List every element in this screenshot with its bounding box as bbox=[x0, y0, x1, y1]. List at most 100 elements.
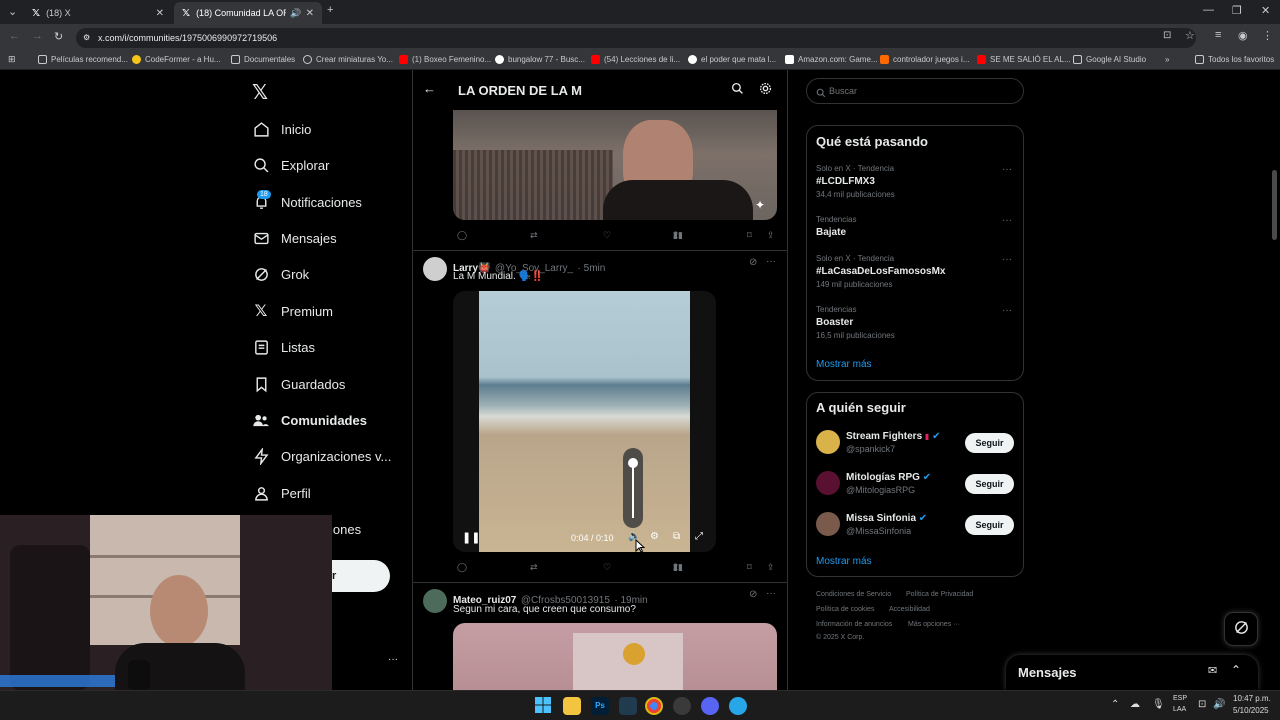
settings-gear-icon[interactable] bbox=[759, 82, 772, 100]
grok-icon[interactable]: ⊘ bbox=[749, 589, 757, 600]
nav-explore[interactable]: Explorar bbox=[252, 151, 329, 179]
follow-button[interactable]: Seguir bbox=[965, 474, 1014, 494]
new-message-icon[interactable]: ✉ bbox=[1208, 664, 1217, 677]
search-box[interactable] bbox=[806, 78, 1024, 104]
follow-button[interactable]: Seguir bbox=[965, 433, 1014, 453]
page-scrollbar[interactable] bbox=[1272, 170, 1277, 240]
all-bookmarks-button[interactable]: Todos los favoritos bbox=[1195, 55, 1274, 64]
trend-more-icon[interactable]: ··· bbox=[1002, 164, 1012, 175]
messages-drawer[interactable]: Mensajes ✉ ⌃ bbox=[1006, 655, 1258, 690]
pip-icon[interactable]: ⧉ bbox=[673, 531, 680, 542]
video-player[interactable]: ❚❚ 0:04 / 0:10 🔈 ⚙ ⧉ ⤢ bbox=[453, 291, 716, 552]
bookmark-item[interactable]: Documentales bbox=[231, 55, 295, 64]
close-tab-icon[interactable]: ✕ bbox=[156, 8, 164, 19]
forward-icon[interactable]: → bbox=[32, 30, 43, 42]
tweet-time[interactable]: · 5min bbox=[578, 263, 606, 274]
nav-premium[interactable]: 𝕏 Premium bbox=[252, 297, 333, 325]
trend-name[interactable]: Boaster bbox=[816, 317, 853, 328]
nav-messages[interactable]: Mensajes bbox=[252, 224, 337, 252]
pause-icon[interactable]: ❚❚ bbox=[462, 531, 480, 544]
footer-link[interactable]: Condiciones de Servicio bbox=[816, 591, 891, 598]
x-logo-icon[interactable]: 𝕏 bbox=[252, 80, 268, 105]
share-icon[interactable]: ⇪ bbox=[767, 230, 775, 241]
photoshop-icon[interactable]: Ps bbox=[591, 697, 609, 715]
tab-search-icon[interactable]: ⌄ bbox=[8, 5, 17, 18]
bookmark-item[interactable]: Google AI Studio bbox=[1073, 55, 1146, 64]
share-icon[interactable]: ⇪ bbox=[767, 562, 775, 573]
footer-link[interactable]: Política de cookies bbox=[816, 606, 874, 613]
bookmark-item[interactable]: el poder que mata l... bbox=[688, 55, 776, 64]
discord-icon[interactable] bbox=[701, 697, 719, 715]
speaker-icon[interactable]: 🔊 bbox=[1213, 699, 1225, 710]
avatar[interactable] bbox=[816, 512, 840, 536]
trend-name[interactable]: #LaCasaDeLosFamososMx bbox=[816, 266, 946, 277]
clock-date[interactable]: 5/10/2025 bbox=[1233, 706, 1269, 715]
back-icon[interactable]: ← bbox=[9, 30, 20, 42]
media-control-icon[interactable]: ≡ bbox=[1215, 29, 1221, 41]
bookmark-item[interactable]: CodeFormer - a Hu... bbox=[132, 55, 221, 64]
retweet-icon[interactable]: ⇄ bbox=[530, 230, 538, 241]
more-options-icon[interactable]: ··· bbox=[766, 256, 776, 267]
lang-laa[interactable]: LAA bbox=[1173, 706, 1186, 713]
tray-expand-icon[interactable]: ⌃ bbox=[1111, 699, 1119, 710]
retweet-icon[interactable]: ⇄ bbox=[530, 562, 538, 573]
url-field[interactable]: ⚙ x.com/i/communities/197500699097271950… bbox=[76, 28, 1196, 48]
file-explorer-icon[interactable] bbox=[563, 697, 581, 715]
trends-show-more[interactable]: Mostrar más bbox=[816, 359, 872, 370]
sparkle-icon[interactable]: ✦ bbox=[755, 198, 765, 212]
telegram-icon[interactable] bbox=[729, 697, 747, 715]
nav-organizations[interactable]: Organizaciones v... bbox=[252, 442, 391, 470]
nav-bookmarks[interactable]: Guardados bbox=[252, 370, 345, 398]
footer-link[interactable]: Política de Privacidad bbox=[906, 591, 973, 598]
audio-icon[interactable]: 🔊 bbox=[290, 8, 301, 19]
nav-communities[interactable]: Comunidades bbox=[252, 406, 367, 434]
search-input[interactable] bbox=[829, 82, 1009, 100]
minimize-icon[interactable]: — bbox=[1203, 4, 1214, 16]
close-window-icon[interactable]: ✕ bbox=[1261, 4, 1270, 17]
chrome-icon[interactable] bbox=[645, 697, 663, 715]
grok-icon[interactable]: ⊘ bbox=[749, 257, 757, 268]
tab-community[interactable]: 𝕏 (18) Comunidad LA ORDEN 🔊 ✕ bbox=[174, 2, 322, 24]
close-tab-icon[interactable]: ✕ bbox=[306, 8, 314, 19]
avatar[interactable] bbox=[423, 257, 447, 281]
trend-more-icon[interactable]: ··· bbox=[1002, 305, 1012, 316]
bookmark-star-icon[interactable]: ☆ bbox=[1185, 29, 1195, 42]
bookmark-item[interactable]: Películas recomend... bbox=[38, 55, 128, 64]
like-icon[interactable]: ♡ bbox=[603, 230, 611, 241]
volume-knob[interactable] bbox=[628, 458, 638, 468]
grok-float-button[interactable] bbox=[1224, 612, 1258, 646]
obs-icon[interactable] bbox=[673, 697, 691, 715]
tab-x-home[interactable]: 𝕏 (18) X ✕ bbox=[24, 2, 172, 24]
account-more-icon[interactable]: ··· bbox=[388, 654, 398, 665]
trend-more-icon[interactable]: ··· bbox=[1002, 215, 1012, 226]
footer-link[interactable]: Más opciones ··· bbox=[908, 621, 960, 628]
follow-button[interactable]: Seguir bbox=[965, 515, 1014, 535]
like-icon[interactable]: ♡ bbox=[603, 562, 611, 573]
avatar[interactable] bbox=[816, 430, 840, 454]
avatar[interactable] bbox=[423, 589, 447, 613]
menu-icon[interactable]: ⋮ bbox=[1262, 29, 1273, 42]
reply-icon[interactable]: ◯ bbox=[457, 230, 467, 241]
footer-link[interactable]: Accesibilidad bbox=[889, 606, 930, 613]
maximize-icon[interactable]: ❐ bbox=[1232, 4, 1242, 17]
bookmark-icon[interactable]: ⌑ bbox=[747, 562, 752, 573]
bookmark-item[interactable]: (1) Boxeo Femenino... bbox=[399, 55, 491, 64]
tweet-image[interactable] bbox=[453, 623, 777, 690]
bookmark-icon[interactable]: ⌑ bbox=[747, 230, 752, 241]
bookmark-item[interactable]: (54) Lecciones de li... bbox=[591, 55, 680, 64]
follow-name[interactable]: Missa Sinfonia ✔ bbox=[846, 513, 927, 524]
nav-more-options[interactable]: iones bbox=[330, 515, 361, 543]
bookmark-item[interactable]: Crear miniaturas Yo... bbox=[303, 55, 393, 64]
reply-icon[interactable]: ◯ bbox=[457, 562, 467, 573]
profile-icon[interactable]: ◉ bbox=[1238, 29, 1248, 42]
apps-icon[interactable]: ⊞ bbox=[8, 54, 16, 65]
bookmark-item[interactable]: bungalow 77 - Busc... bbox=[495, 55, 585, 64]
tweet-image[interactable]: ✦ bbox=[453, 110, 777, 220]
volume-slider[interactable] bbox=[623, 448, 643, 528]
bookmark-item[interactable]: Amazon.com: Game... bbox=[785, 55, 878, 64]
back-arrow-icon[interactable]: ← bbox=[423, 81, 436, 96]
follow-name[interactable]: Mitologías RPG ✔ bbox=[846, 472, 931, 483]
more-bookmarks-button[interactable]: » bbox=[1165, 55, 1169, 64]
expand-icon[interactable]: ⌃ bbox=[1231, 663, 1241, 677]
nav-grok[interactable]: Grok bbox=[252, 260, 309, 288]
